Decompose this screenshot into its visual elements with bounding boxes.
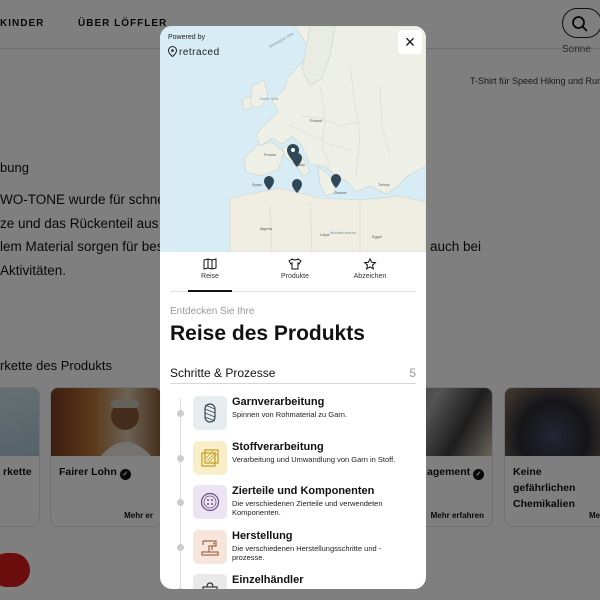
steps-label: Schritte & Prozesse [170,366,276,380]
svg-text:Poland: Poland [310,119,322,123]
tab-label: Produkte [280,273,310,280]
yarn-icon [204,403,216,423]
modal-tabs: Reise Produkte Abzeichen [170,252,416,292]
step-title: Stoffverarbeitung [232,441,324,453]
step-herstellung[interactable]: Herstellung Die verschiedenen Herstellun… [170,528,420,568]
step-icon-box [193,485,227,519]
retraced-logo: retraced [167,45,220,60]
timeline-dot [177,544,184,551]
tab-reise[interactable]: Reise [188,258,232,292]
star-icon [363,258,377,270]
tshirt-icon [288,258,302,270]
svg-text:Norwegian Sea: Norwegian Sea [268,30,295,48]
timeline-dot [177,410,184,417]
step-icon-box [193,441,227,475]
svg-text:North Sea: North Sea [260,96,279,101]
step-description: Spinnen von Rohmaterial zu Garn. [232,410,348,419]
svg-text:Mediterranean: Mediterranean [330,230,356,235]
step-garnverarbeitung[interactable]: Garnverarbeitung Spinnen von Rohmaterial… [170,394,420,434]
step-einzelhaendler[interactable]: Einzelhändler [170,572,420,589]
step-description: Verarbeitung und Umwandlung von Garn in … [232,455,396,464]
fabric-icon [201,449,219,467]
shopping-bag-icon [202,582,218,589]
location-pin-icon [167,45,178,60]
tab-label: Abzeichen [353,273,387,280]
step-description: Die verschiedenen Herstellungsschritte u… [232,544,382,562]
steps-count: 5 [409,366,416,380]
modal-title: Reise des Produkts [170,322,365,345]
button-icon [200,492,220,512]
step-title: Garnverarbeitung [232,396,325,408]
svg-text:France: France [264,153,276,157]
step-zierteile[interactable]: Zierteile und Komponenten Die verschiede… [170,483,420,523]
step-title: Zierteile und Komponenten [232,485,375,497]
powered-by-label: Powered by [168,34,205,41]
step-title: Einzelhändler [232,574,304,586]
svg-text:Spain: Spain [252,183,262,187]
map-icon [203,258,217,270]
svg-text:Egypt: Egypt [372,235,383,239]
step-icon-box [193,530,227,564]
step-icon-box [193,574,227,589]
timeline-dot [177,455,184,462]
step-icon-box [193,396,227,430]
tab-abzeichen[interactable]: Abzeichen [340,258,400,280]
step-description: Die verschiedenen Zierteile und verwende… [232,499,383,517]
steps-header: Schritte & Prozesse 5 [170,362,416,384]
discover-label: Entdecken Sie Ihre [170,306,255,317]
journey-modal: Norwegian Sea North Sea Mediterranean Po… [160,26,426,589]
sewing-machine-icon [201,540,219,556]
tab-produkte[interactable]: Produkte [265,258,325,280]
close-button[interactable]: × [398,30,422,54]
step-title: Herstellung [232,530,293,542]
svg-text:Libya: Libya [320,233,330,237]
svg-text:Turkey: Turkey [378,183,390,187]
journey-map[interactable]: Norwegian Sea North Sea Mediterranean Po… [160,26,426,252]
timeline-dot [177,588,184,589]
timeline-dot [177,499,184,506]
svg-text:Greece: Greece [334,191,346,195]
step-stoffverarbeitung[interactable]: Stoffverarbeitung Verarbeitung und Umwan… [170,439,420,479]
tab-label: Reise [201,273,219,280]
svg-text:Algeria: Algeria [260,227,273,231]
